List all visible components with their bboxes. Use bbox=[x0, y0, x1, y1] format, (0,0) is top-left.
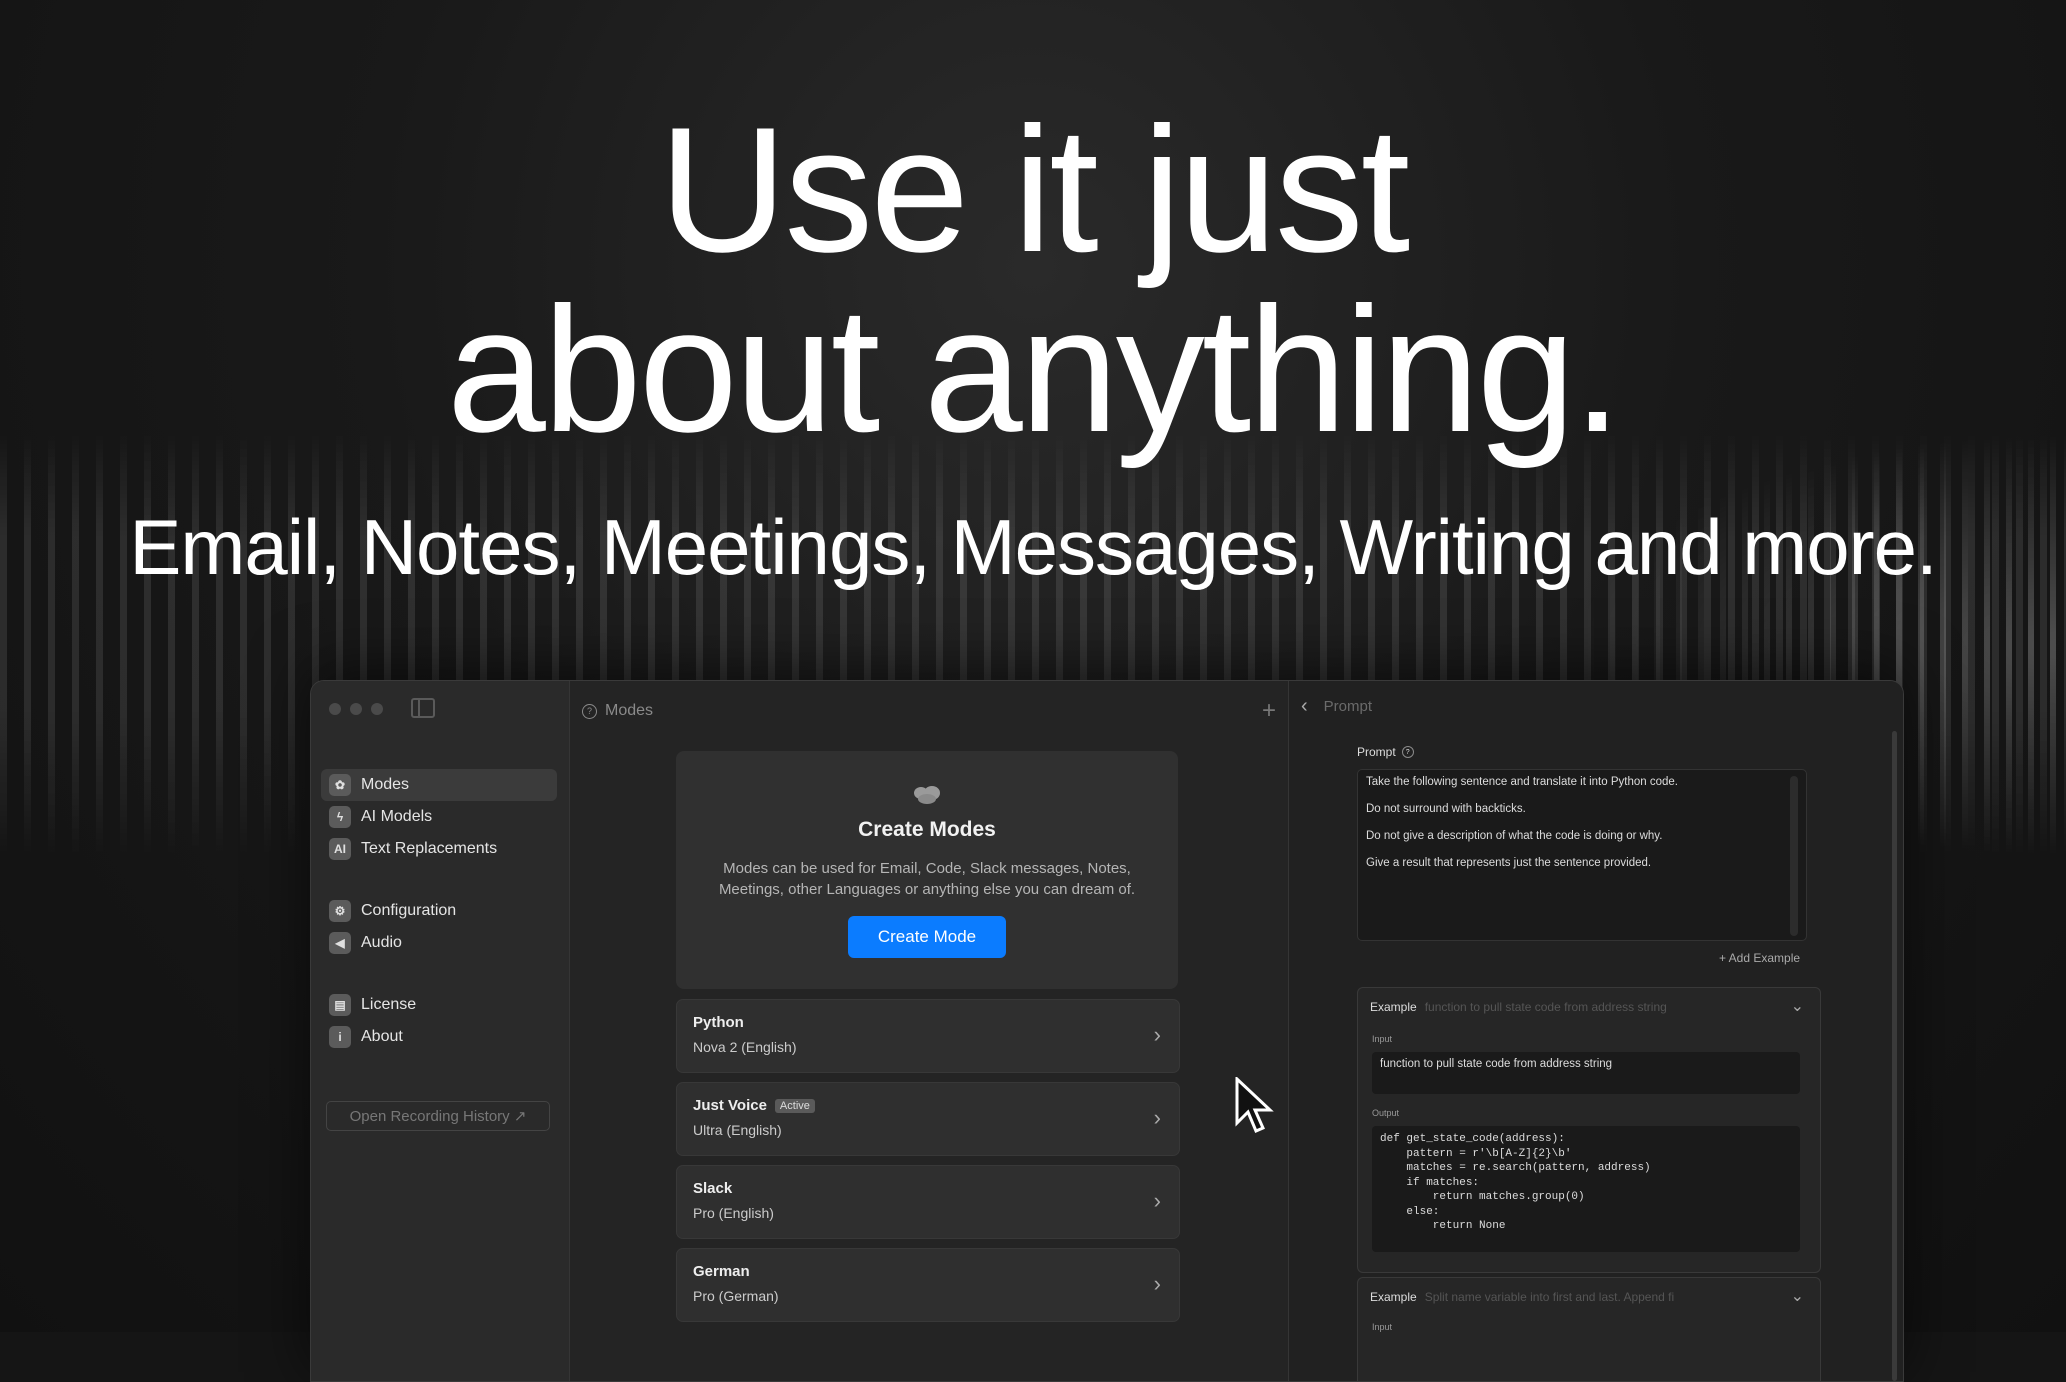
chevron-right-icon: › bbox=[1153, 1271, 1161, 1296]
headline-line-2: about anything. bbox=[446, 270, 1622, 469]
chevron-right-icon: › bbox=[1153, 1105, 1161, 1130]
example-card: Example Split name variable into first a… bbox=[1357, 1277, 1821, 1381]
create-modes-description: Modes can be used for Email, Code, Slack… bbox=[718, 860, 1136, 898]
sidebar-item-label: Text Replacements bbox=[361, 840, 498, 857]
add-mode-button[interactable]: + bbox=[1262, 697, 1276, 725]
prompt-label: Prompt ? bbox=[1357, 745, 1414, 759]
create-modes-title: Create Modes bbox=[858, 818, 996, 841]
sidebar-item-about[interactable]: i About bbox=[321, 1021, 557, 1053]
headline-line-1: Use it just bbox=[658, 90, 1410, 289]
subheadline: Email, Notes, Meetings, Messages, Writin… bbox=[129, 503, 1937, 591]
prompt-header: ‹ Prompt bbox=[1301, 695, 1372, 718]
app-window: ✿ Modes ϟ AI Models AI Text Replacements… bbox=[310, 680, 1904, 1382]
example-header[interactable]: Example function to pull state code from… bbox=[1370, 1000, 1667, 1014]
prompt-textarea[interactable]: Take the following sentence and translat… bbox=[1357, 769, 1807, 941]
mode-item-slack[interactable]: Slack Pro (English) › bbox=[676, 1165, 1180, 1239]
add-example-button[interactable]: + Add Example bbox=[1719, 951, 1800, 965]
sidebar-toggle-icon[interactable] bbox=[411, 698, 435, 718]
bolt-icon: ϟ bbox=[329, 806, 351, 828]
text-ai-icon: AI bbox=[329, 838, 351, 860]
status-badge: Active bbox=[774, 1098, 815, 1113]
mode-name-text: Slack bbox=[693, 1180, 733, 1197]
sidebar-item-modes[interactable]: ✿ Modes bbox=[321, 769, 557, 801]
pane-scrollbar[interactable] bbox=[1892, 731, 1897, 1381]
help-icon[interactable]: ? bbox=[582, 703, 597, 719]
sidebar-nav: ✿ Modes ϟ AI Models AI Text Replacements… bbox=[321, 769, 557, 1053]
info-icon: i bbox=[329, 1026, 351, 1048]
speaker-icon: ◀ bbox=[329, 932, 351, 954]
example-summary: function to pull state code from address… bbox=[1424, 1000, 1667, 1014]
chevron-right-icon: › bbox=[1153, 1022, 1161, 1047]
mode-item-python[interactable]: Python Nova 2 (English) › bbox=[676, 999, 1180, 1073]
sidebar-item-label: AI Models bbox=[361, 808, 433, 825]
sidebar-item-label: License bbox=[361, 996, 417, 1013]
sidebar-item-license[interactable]: ▤ License bbox=[321, 989, 557, 1021]
sidebar-item-label: Audio bbox=[361, 934, 402, 951]
back-arrow-icon[interactable]: ‹ bbox=[1301, 695, 1308, 718]
sidebar-item-label: About bbox=[361, 1028, 403, 1045]
mode-model: Pro (English) bbox=[693, 1205, 774, 1221]
sidebar: ✿ Modes ϟ AI Models AI Text Replacements… bbox=[311, 681, 570, 1381]
example-header[interactable]: Example Split name variable into first a… bbox=[1370, 1290, 1674, 1304]
brain-icon bbox=[914, 786, 940, 804]
textarea-scrollbar[interactable] bbox=[1790, 776, 1798, 936]
sidebar-item-ai-models[interactable]: ϟ AI Models bbox=[321, 801, 557, 833]
minimize-window-button[interactable] bbox=[350, 703, 362, 715]
modes-panel: ? Modes + Create Modes Modes can be used… bbox=[570, 681, 1289, 1381]
window-controls bbox=[329, 703, 383, 715]
mode-model: Ultra (English) bbox=[693, 1122, 782, 1138]
prompt-line: Do not give a description of what the co… bbox=[1366, 830, 1663, 842]
headline: Use it just about anything. bbox=[0, 100, 2066, 460]
mode-model: Pro (German) bbox=[693, 1288, 779, 1304]
page-title: Modes bbox=[605, 702, 654, 719]
open-recording-history-button[interactable]: Open Recording History ↗ bbox=[326, 1101, 550, 1131]
help-icon[interactable]: ? bbox=[1401, 746, 1414, 758]
sidebar-item-configuration[interactable]: ⚙ Configuration bbox=[321, 895, 557, 927]
prompt-line: Give a result that represents just the s… bbox=[1366, 857, 1652, 869]
mouse-cursor-icon bbox=[1235, 1077, 1274, 1133]
mode-item-german[interactable]: German Pro (German) › bbox=[676, 1248, 1180, 1322]
input-label: Input bbox=[1372, 1034, 1393, 1044]
example-label: Example bbox=[1370, 1000, 1417, 1014]
prompt-pane-title: Prompt bbox=[1323, 698, 1373, 715]
close-window-button[interactable] bbox=[329, 703, 341, 715]
sidebar-item-audio[interactable]: ◀ Audio bbox=[321, 927, 557, 959]
example-label: Example bbox=[1370, 1290, 1417, 1304]
output-label: Output bbox=[1372, 1108, 1400, 1118]
chevron-down-icon[interactable]: ⌄ bbox=[1791, 996, 1804, 1016]
sidebar-item-label: Modes bbox=[361, 776, 410, 793]
license-icon: ▤ bbox=[329, 994, 351, 1016]
create-modes-card: Create Modes Modes can be used for Email… bbox=[676, 751, 1178, 989]
mode-model: Nova 2 (English) bbox=[693, 1039, 797, 1055]
mode-item-just-voice[interactable]: Just Voice Active Ultra (English) › bbox=[676, 1082, 1180, 1156]
prompt-line: Do not surround with backticks. bbox=[1366, 803, 1526, 815]
example-output-field[interactable]: def get_state_code(address): pattern = r… bbox=[1372, 1126, 1800, 1252]
example-summary: Split name variable into first and last.… bbox=[1424, 1290, 1675, 1304]
mode-name-text: Just Voice bbox=[693, 1097, 767, 1114]
mode-name: Python bbox=[693, 1014, 744, 1031]
brain-icon: ✿ bbox=[329, 774, 351, 796]
chevron-right-icon: › bbox=[1153, 1188, 1161, 1213]
example-card: Example function to pull state code from… bbox=[1357, 987, 1821, 1273]
create-mode-button[interactable]: Create Mode bbox=[847, 916, 1007, 958]
chevron-down-icon[interactable]: ⌄ bbox=[1791, 1286, 1804, 1306]
prompt-line: Take the following sentence and translat… bbox=[1366, 776, 1678, 788]
mode-name: German bbox=[693, 1263, 750, 1280]
mode-name: Slack bbox=[693, 1180, 732, 1197]
sidebar-item-text-replacements[interactable]: AI Text Replacements bbox=[321, 833, 557, 865]
prompt-label-text: Prompt bbox=[1357, 745, 1396, 759]
input-label: Input bbox=[1372, 1322, 1393, 1332]
modes-header: ? Modes + bbox=[582, 697, 1276, 725]
mode-name: Just Voice Active bbox=[693, 1097, 815, 1114]
zoom-window-button[interactable] bbox=[371, 703, 383, 715]
example-input-field[interactable]: function to pull state code from address… bbox=[1372, 1052, 1800, 1094]
sidebar-item-label: Configuration bbox=[361, 902, 457, 919]
gear-icon: ⚙ bbox=[329, 900, 351, 922]
prompt-pane: ‹ Prompt Prompt ? Take the following sen… bbox=[1289, 681, 1903, 1381]
mode-name-text: German bbox=[693, 1263, 750, 1280]
mode-name-text: Python bbox=[693, 1014, 744, 1031]
